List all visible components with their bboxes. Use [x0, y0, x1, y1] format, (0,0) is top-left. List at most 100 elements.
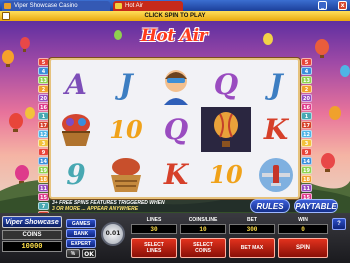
select-coins-button[interactable]: SELECT COINS: [180, 238, 226, 258]
rules-button[interactable]: RULES: [250, 199, 290, 213]
reel-symbol: [51, 107, 101, 152]
payline-number[interactable]: 1: [301, 112, 312, 120]
balloon-icon: [2, 50, 14, 67]
payline-number[interactable]: 16: [301, 103, 312, 111]
balloon-basket-icon: [111, 157, 141, 192]
balloon-icon: [20, 37, 30, 52]
reel-1: A 9: [51, 60, 101, 197]
games-button[interactable]: GAMES: [66, 219, 96, 228]
hot-air-balloon-icon: [214, 111, 238, 147]
select-lines-button[interactable]: SELECT LINES: [131, 238, 177, 258]
payline-number[interactable]: 16: [38, 103, 49, 111]
reel-symbol: 10: [101, 107, 151, 152]
payline-number[interactable]: 14: [38, 157, 49, 165]
reel-symbol: [151, 62, 201, 107]
payline-number[interactable]: 5: [301, 58, 312, 66]
payline-number[interactable]: 5: [38, 58, 49, 66]
browser-tab-bar: Viper Showcase Casino Hot Air _ x: [0, 0, 350, 11]
payline-number[interactable]: 4: [38, 67, 49, 75]
coins-label: COINS: [2, 230, 62, 240]
coins-per-line-meter: COINS/LINE 10: [180, 216, 226, 236]
win-meter: WIN 0: [278, 216, 328, 236]
payline-number[interactable]: 3: [38, 139, 49, 147]
payline-number[interactable]: 9: [38, 148, 49, 156]
symbol-k: K: [163, 158, 189, 191]
payline-number[interactable]: 4: [301, 67, 312, 75]
payline-number[interactable]: 2: [38, 85, 49, 93]
payline-number[interactable]: 11: [301, 184, 312, 192]
payline-number[interactable]: 12: [301, 130, 312, 138]
airplane-icon: [259, 157, 293, 192]
tab-viper-showcase-casino[interactable]: Viper Showcase Casino: [2, 1, 110, 11]
payline-number[interactable]: 7: [38, 202, 49, 210]
percent-button[interactable]: %: [66, 249, 80, 258]
banner-message: CLICK SPIN TO PLAY: [144, 13, 206, 19]
reel-symbol: 9: [51, 152, 101, 197]
balloon-icon: [321, 153, 335, 172]
payline-number[interactable]: 19: [301, 166, 312, 174]
casino-icon: [4, 3, 11, 9]
tab-label: Hot Air: [125, 3, 144, 9]
reel-symbol: Q: [201, 62, 251, 107]
reel-symbol: K: [251, 107, 301, 152]
picnic-basket-icon: [62, 113, 90, 146]
payline-number[interactable]: 18: [301, 175, 312, 183]
reel-3: Q K: [151, 60, 201, 197]
pilot-icon: [164, 69, 188, 105]
symbol-k: K: [263, 113, 289, 146]
spin-label: SPIN: [295, 245, 310, 251]
balloon-icon: [329, 106, 341, 120]
payline-number[interactable]: 20: [38, 94, 49, 102]
reel-window[interactable]: A 9 J 10 Q K Q 10 J K: [49, 58, 300, 199]
symbol-9: 9: [66, 158, 86, 191]
expert-button[interactable]: EXPERT: [66, 239, 96, 248]
payline-number[interactable]: 11: [38, 184, 49, 192]
payline-number[interactable]: 17: [301, 121, 312, 129]
symbol-a: A: [65, 68, 87, 101]
reel-symbol: Q: [151, 107, 201, 152]
balloon-icon: [263, 33, 273, 45]
close-button[interactable]: x: [338, 1, 347, 10]
payline-number[interactable]: 14: [301, 157, 312, 165]
symbol-j: J: [119, 68, 133, 101]
paytable-button[interactable]: PAYTABLE: [294, 199, 338, 213]
tab-hot-air[interactable]: Hot Air: [113, 1, 183, 11]
reel-symbol: J: [251, 62, 301, 107]
reel-2: J 10: [101, 60, 151, 197]
symbol-10: 10: [209, 160, 243, 189]
bet-value: 300: [229, 224, 275, 234]
payline-number[interactable]: 13: [38, 76, 49, 84]
balloon-icon: [25, 107, 35, 119]
stats-button[interactable]: OK: [82, 249, 96, 258]
help-button[interactable]: ?: [332, 218, 346, 230]
balloon-icon: [9, 113, 23, 132]
win-value: 0: [278, 224, 328, 234]
payline-number[interactable]: 9: [301, 148, 312, 156]
message-banner: CLICK SPIN TO PLAY: [0, 11, 350, 21]
payline-number[interactable]: 3: [301, 139, 312, 147]
payline-number[interactable]: 18: [38, 175, 49, 183]
bank-button[interactable]: BANK: [66, 229, 96, 238]
symbol-q: Q: [213, 68, 239, 101]
symbol-j: J: [269, 68, 283, 101]
payline-number[interactable]: 15: [38, 193, 49, 201]
tab-label: Viper Showcase Casino: [14, 3, 78, 9]
reel-symbol: A: [51, 62, 101, 107]
payline-number[interactable]: 17: [38, 121, 49, 129]
coin-size-chip[interactable]: 0.01: [101, 222, 125, 246]
reel-symbol: 10: [201, 152, 251, 197]
payline-number[interactable]: 20: [301, 94, 312, 102]
bet-max-button[interactable]: BET MAX: [229, 238, 275, 258]
payline-number[interactable]: 12: [38, 130, 49, 138]
spin-button[interactable]: SPIN: [278, 238, 328, 258]
payline-number[interactable]: 2: [301, 85, 312, 93]
casino-brand: Viper Showcase: [2, 216, 62, 228]
balloon-icon: [114, 30, 122, 40]
payline-number[interactable]: 1: [38, 112, 49, 120]
select-coins-label-2: COINS: [195, 248, 211, 254]
payline-number[interactable]: 19: [38, 166, 49, 174]
reel-4: Q 10: [201, 60, 251, 197]
payline-number[interactable]: 13: [301, 76, 312, 84]
minimize-button[interactable]: _: [318, 1, 327, 10]
lines-meter: LINES 30: [131, 216, 177, 236]
